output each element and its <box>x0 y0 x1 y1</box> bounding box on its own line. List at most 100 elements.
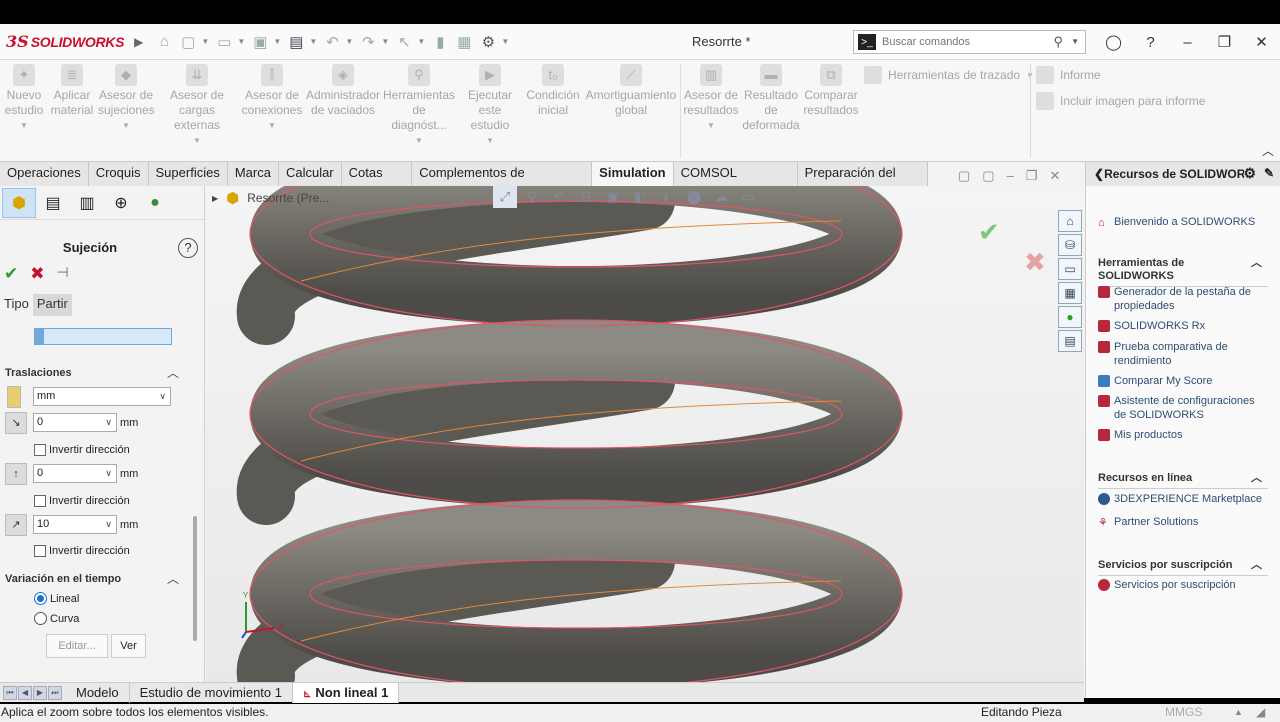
tab-calcular[interactable]: Calcular <box>279 162 342 186</box>
unit-select[interactable]: mm ∨ <box>33 387 171 406</box>
direction-z-icon[interactable]: ↗ <box>5 514 27 536</box>
pin-icon[interactable]: ⊣ <box>57 264 69 284</box>
chevron-up-icon[interactable]: ︿ <box>167 364 179 381</box>
online-link[interactable]: ⚘ Partner Solutions <box>1098 515 1263 529</box>
restore-icon[interactable]: ❐ <box>1026 168 1038 184</box>
chevron-down-icon[interactable]: ▼ <box>381 37 391 46</box>
radio-curva[interactable]: Curva <box>34 612 79 625</box>
save-icon[interactable]: ▣ <box>249 31 271 53</box>
redo-icon[interactable]: ↷ <box>357 31 379 53</box>
tool-link[interactable]: Generador de la pestaña de propiedades <box>1098 285 1263 313</box>
direction-y-icon[interactable]: ↑ <box>5 463 27 485</box>
tab-preparacion[interactable]: Preparación del análisis <box>798 162 928 202</box>
panel-scrollbar[interactable] <box>193 516 197 641</box>
display-manager-icon[interactable]: ● <box>138 188 172 218</box>
last-tab-icon[interactable]: ⏭ <box>48 685 62 700</box>
fixtures-advisor-button[interactable]: ◆ Asesor de sujeciones ▼ <box>98 64 155 133</box>
expand-icon[interactable]: ▶ <box>212 194 218 203</box>
tab-non-lineal[interactable]: ⊾ Non lineal 1 <box>293 682 400 703</box>
tab-croquis[interactable]: Croquis <box>89 162 149 186</box>
tab-cotas-mbd[interactable]: Cotas MBD <box>342 162 413 202</box>
ok-icon[interactable]: ✔ <box>4 264 18 284</box>
shell-manager-button[interactable]: ◈ Administrador de vaciados <box>306 64 380 118</box>
tool-link[interactable]: Prueba comparativa de rendimiento <box>1098 340 1263 368</box>
section-subscription-header[interactable]: Servicios por suscripción ︿ <box>1098 559 1268 576</box>
user-icon[interactable]: ◯ <box>1095 24 1132 60</box>
search-input[interactable] <box>882 36 1052 48</box>
tool-link[interactable]: SOLIDWORKS Rx <box>1098 319 1263 333</box>
tab-estudio-movimiento[interactable]: Estudio de movimiento 1 <box>130 682 293 703</box>
next-tab-icon[interactable]: ▶ <box>33 685 47 700</box>
appearances-icon[interactable]: ● <box>1058 306 1082 328</box>
solidworks-logo[interactable]: 3S SOLIDWORKS ▶ <box>6 24 143 60</box>
invert-z-checkbox[interactable]: Invertir dirección <box>34 545 130 557</box>
minimize-icon[interactable]: – <box>1007 168 1014 184</box>
chevron-up-icon[interactable]: ︿ <box>167 570 179 587</box>
restore-icon[interactable]: ❐ <box>1206 24 1243 60</box>
run-study-button[interactable]: ▶ Ejecutar este estudio ▼ <box>458 64 522 148</box>
chevron-down-icon[interactable]: ▼ <box>201 37 211 46</box>
chevron-down-icon[interactable]: ▼ <box>273 37 283 46</box>
graphics-area[interactable]: Y X ✔ ✖ ▶ ⬢ Resorrte (Pre... ⤢ ⚲ ↶ ⊟ ▣ ◧… <box>206 186 1084 682</box>
ver-button[interactable]: Ver <box>111 634 146 658</box>
rebuild-icon[interactable]: ▮ <box>429 31 451 53</box>
report-button[interactable]: Informe <box>1036 66 1101 84</box>
feature-manager-icon[interactable]: ⬢ <box>2 187 36 218</box>
gear-icon[interactable]: ⚙ <box>1243 165 1256 182</box>
dimxpert-icon[interactable]: ⊕ <box>104 188 138 218</box>
status-units[interactable]: MMGS <box>1165 704 1202 721</box>
translation-y-input[interactable]: 0 ∨ <box>33 464 117 483</box>
file-properties-icon[interactable]: ▦ <box>453 31 475 53</box>
tab-tipo[interactable]: Tipo <box>0 294 33 316</box>
spring-model[interactable]: Y X ✔ ✖ <box>206 186 1084 682</box>
minimize-icon[interactable]: – <box>1169 24 1206 60</box>
new-document-icon[interactable]: ▢ <box>177 31 199 53</box>
toggle-view-icon[interactable]: ▢ <box>982 168 994 184</box>
subscription-link[interactable]: Servicios por suscripción <box>1098 578 1263 592</box>
radio-lineal[interactable]: Lineal <box>34 592 79 605</box>
compare-results-button[interactable]: ⧉ Comparar resultados <box>802 64 860 118</box>
translation-z-input[interactable]: 10 ∨ <box>33 515 117 534</box>
gear-icon[interactable]: ⚙ <box>477 31 499 53</box>
zoom-to-area-icon[interactable]: ⚲ <box>520 186 544 208</box>
tool-link[interactable]: Mis productos <box>1098 428 1263 442</box>
feature-tree-flyout[interactable]: ▶ ⬢ Resorrte (Pre... <box>212 189 329 207</box>
connections-advisor-button[interactable]: ⫿ Asesor de conexiones ▼ <box>240 64 304 133</box>
online-link[interactable]: 3DEXPERIENCE Marketplace <box>1098 492 1263 506</box>
split-view-icon[interactable]: ▢ <box>958 168 970 184</box>
hide-show-icon[interactable]: ◐ <box>655 186 679 208</box>
welcome-link[interactable]: ⌂ Bienvenido a SOLIDWORKS <box>1098 215 1255 229</box>
tab-superficies[interactable]: Superficies <box>149 162 228 186</box>
chevron-up-icon[interactable]: ︿ <box>1251 559 1262 572</box>
global-damping-button[interactable]: ⟋ Amortiguamiento global <box>584 64 678 118</box>
close-icon[interactable]: ✕ <box>1243 24 1280 60</box>
property-manager-icon[interactable]: ▤ <box>36 188 70 218</box>
chevron-down-icon[interactable]: ▼ <box>309 37 319 46</box>
search-icon[interactable]: ⚲ <box>1053 34 1063 50</box>
chevron-down-icon[interactable]: ▼ <box>345 37 355 46</box>
initial-condition-button[interactable]: t₀ Condición inicial <box>524 64 582 118</box>
chevron-down-icon[interactable]: ▼ <box>237 37 247 46</box>
include-image-button[interactable]: Incluir imagen para informe <box>1036 92 1205 110</box>
custom-properties-icon[interactable]: ▤ <box>1058 330 1082 352</box>
help-icon[interactable]: ? <box>1132 24 1169 60</box>
previous-view-icon[interactable]: ↶ <box>547 186 571 208</box>
chevron-up-icon[interactable]: ▲ <box>1234 704 1243 721</box>
collapse-icon[interactable]: ❮ <box>1094 167 1104 181</box>
cancel-icon[interactable]: ✖ <box>30 264 44 284</box>
view-settings-icon[interactable]: ▭ <box>736 186 760 208</box>
chevron-down-icon[interactable]: ▼ <box>417 37 427 46</box>
tab-partir[interactable]: Partir <box>32 294 72 316</box>
collapse-ribbon-icon[interactable]: ︿ <box>1262 142 1274 159</box>
close-icon[interactable]: ✕ <box>1049 168 1060 184</box>
tool-link[interactable]: Asistente de configuraciones de SOLIDWOR… <box>1098 394 1263 422</box>
chevron-up-icon[interactable]: ︿ <box>1251 472 1262 485</box>
tab-modelo[interactable]: Modelo <box>66 682 130 703</box>
file-explorer-icon[interactable]: ▭ <box>1058 258 1082 280</box>
chevron-down-icon[interactable]: ▼ <box>501 37 511 46</box>
direction-x-icon[interactable]: ↘ <box>5 412 27 434</box>
section-tools-header[interactable]: Herramientas de SOLIDWORKS ︿ <box>1098 257 1268 287</box>
design-library-icon[interactable]: ⛁ <box>1058 234 1082 256</box>
view-orientation-icon[interactable]: ▣ <box>601 186 625 208</box>
invert-y-checkbox[interactable]: Invertir dirección <box>34 495 130 507</box>
